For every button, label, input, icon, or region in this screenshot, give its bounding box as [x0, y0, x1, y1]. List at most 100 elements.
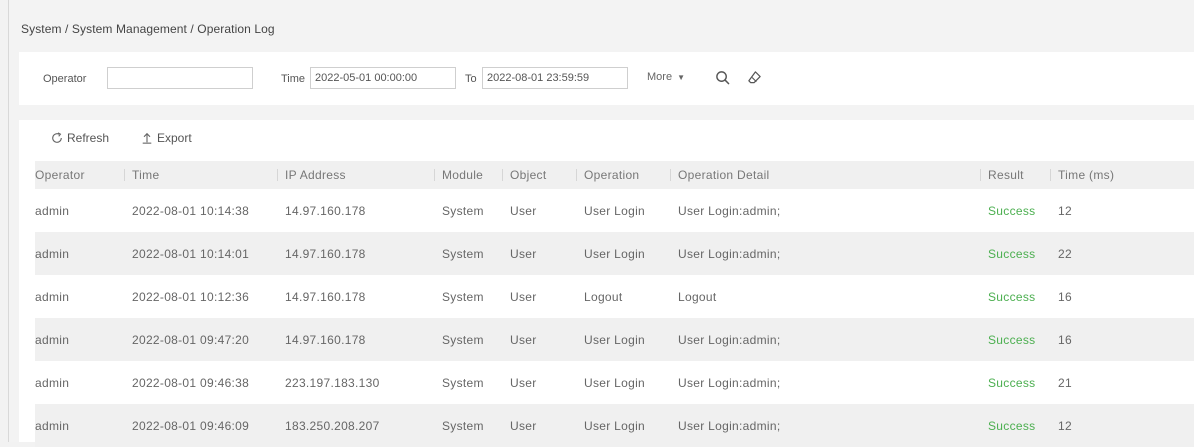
content-panel: Refresh Export Operator Time IP Address Mod…	[19, 120, 1194, 447]
header-label: Result	[988, 168, 1024, 182]
table-row[interactable]: admin 2022-08-01 09:46:38 223.197.183.130 S…	[35, 361, 1194, 404]
col-operator-cell: admin	[35, 246, 70, 261]
col-object-cell: User	[510, 332, 537, 347]
search-panel: Operator Time To More ▼	[19, 52, 1194, 105]
col-time-ms-cell: 16	[1058, 289, 1072, 304]
col-module-cell: System	[442, 332, 484, 347]
col-operation-cell: User Login	[584, 332, 646, 347]
column-divider	[1050, 169, 1051, 181]
table-row[interactable]: admin 2022-08-01 09:46:09 183.250.208.207 S…	[35, 404, 1194, 447]
col-result-cell: Success	[988, 332, 1036, 347]
col-object-cell: User	[510, 375, 537, 390]
page-frame: System / System Management / Operation L…	[8, 0, 1194, 447]
col-ip-address-cell: 14.97.160.178	[285, 289, 366, 304]
header-label: Module	[442, 168, 484, 182]
col-ip-address-cell: 14.97.160.178	[285, 203, 366, 218]
col-object-cell: User	[510, 203, 537, 218]
search-button[interactable]	[709, 64, 735, 90]
col-module-cell: System	[442, 375, 484, 390]
col-operator-cell: admin	[35, 332, 70, 347]
operator-input[interactable]	[107, 67, 253, 89]
col-time-ms-header[interactable]: Time (ms)	[1050, 161, 1194, 189]
search-icon	[715, 70, 729, 84]
table-row[interactable]: admin 2022-08-01 10:14:38 14.97.160.178 Sys…	[35, 189, 1194, 232]
col-operator-cell: admin	[35, 418, 70, 433]
header-label: Operation Detail	[678, 168, 770, 182]
header-label: Operation	[584, 168, 640, 182]
col-module-cell: System	[442, 418, 484, 433]
table-row[interactable]: admin 2022-08-01 10:12:36 14.97.160.178 Sys…	[35, 275, 1194, 318]
refresh-label: Refresh	[67, 131, 110, 145]
header-label: Time	[132, 168, 160, 182]
col-time-ms-cell: 22	[1058, 246, 1072, 261]
col-result-cell: Success	[988, 375, 1036, 390]
refresh-button[interactable]: Refresh	[51, 131, 109, 145]
col-time-cell: 2022-08-01 09:46:09	[132, 418, 250, 433]
col-time-cell: 2022-08-01 09:46:38	[132, 375, 250, 390]
col-module-cell: System	[442, 289, 484, 304]
column-divider	[124, 169, 125, 181]
col-time-ms-cell: 16	[1058, 332, 1072, 347]
operator-label: Operator	[43, 73, 87, 85]
more-dropdown[interactable]: More ▼	[647, 71, 685, 83]
col-operation-header[interactable]: Operation	[576, 161, 678, 189]
table-row[interactable]: admin 2022-08-01 09:47:20 14.97.160.178 Sys…	[35, 318, 1194, 361]
col-operator-header[interactable]: Operator	[35, 161, 132, 189]
col-operation-cell: User Login	[584, 375, 646, 390]
col-operation-detail-cell: User Login:admin;	[678, 375, 781, 390]
col-time-ms-cell: 21	[1058, 375, 1072, 390]
operation-log-table: Operator Time IP Address Module Object Operat…	[35, 161, 1194, 447]
upload-icon	[142, 132, 152, 144]
col-result-cell: Success	[988, 418, 1036, 433]
header-label: Time (ms)	[1058, 168, 1115, 182]
col-ip-address-header[interactable]: IP Address	[277, 161, 442, 189]
col-ip-address-cell: 223.197.183.130	[285, 375, 380, 390]
column-divider	[980, 169, 981, 181]
col-ip-address-cell: 14.97.160.178	[285, 332, 366, 347]
col-result-cell: Success	[988, 289, 1036, 304]
col-result-cell: Success	[988, 246, 1036, 261]
toolbar: Refresh Export	[19, 120, 1194, 160]
header-label: Operator	[35, 168, 85, 182]
col-module-header[interactable]: Module	[434, 161, 510, 189]
col-object-cell: User	[510, 418, 537, 433]
col-operation-cell: User Login	[584, 246, 646, 261]
col-operation-cell: User Login	[584, 203, 646, 218]
col-operation-detail-header[interactable]: Operation Detail	[670, 161, 988, 189]
col-result-header[interactable]: Result	[980, 161, 1058, 189]
col-operator-cell: admin	[35, 289, 70, 304]
col-operator-cell: admin	[35, 375, 70, 390]
col-operator-cell: admin	[35, 203, 70, 218]
column-divider	[277, 169, 278, 181]
table-row[interactable]: admin 2022-08-01 10:14:01 14.97.160.178 Sys…	[35, 232, 1194, 275]
header-label: Object	[510, 168, 547, 182]
col-operation-detail-cell: Logout	[678, 289, 717, 304]
export-label: Export	[157, 131, 192, 145]
col-time-cell: 2022-08-01 10:14:38	[132, 203, 250, 218]
col-module-cell: System	[442, 246, 484, 261]
clear-button[interactable]	[741, 64, 767, 90]
eraser-icon	[747, 70, 761, 83]
col-result-cell: Success	[988, 203, 1036, 218]
col-time-ms-cell: 12	[1058, 418, 1072, 433]
time-from-input[interactable]	[310, 67, 456, 89]
col-time-cell: 2022-08-01 10:14:01	[132, 246, 250, 261]
col-operation-detail-cell: User Login:admin;	[678, 246, 781, 261]
col-time-cell: 2022-08-01 10:12:36	[132, 289, 250, 304]
col-object-header[interactable]: Object	[502, 161, 584, 189]
col-object-cell: User	[510, 246, 537, 261]
time-to-input[interactable]	[482, 67, 628, 89]
col-operation-cell: User Login	[584, 418, 646, 433]
col-time-header[interactable]: Time	[124, 161, 285, 189]
header-label: IP Address	[285, 168, 346, 182]
col-operation-detail-cell: User Login:admin;	[678, 203, 781, 218]
more-label: More	[647, 71, 673, 83]
col-time-cell: 2022-08-01 09:47:20	[132, 332, 250, 347]
caret-down-icon: ▼	[677, 73, 686, 82]
column-divider	[502, 169, 503, 181]
to-label: To	[465, 73, 477, 85]
export-button[interactable]: Export	[141, 131, 192, 145]
col-operation-detail-cell: User Login:admin;	[678, 332, 781, 347]
column-divider	[576, 169, 577, 181]
table-header: Operator Time IP Address Module Object Operat…	[35, 161, 1194, 189]
